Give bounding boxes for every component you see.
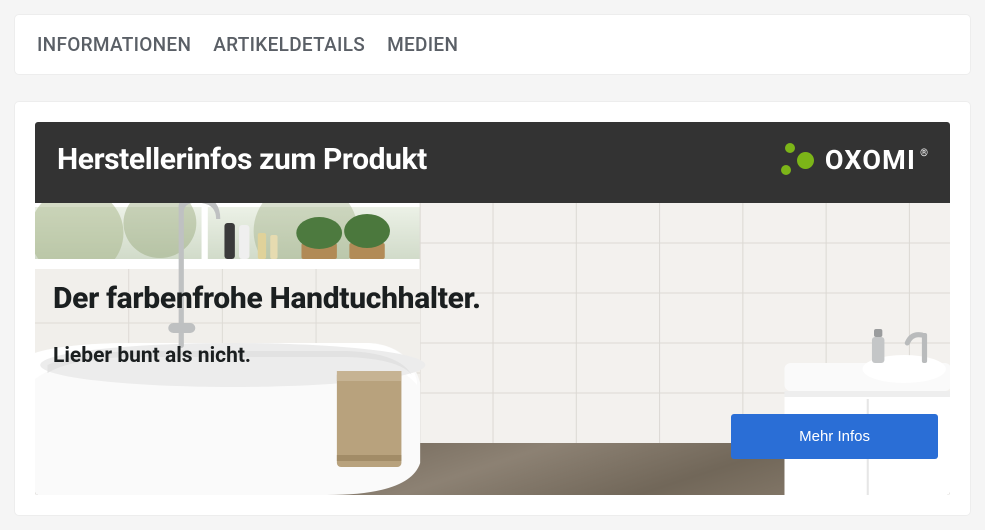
product-hero-image: Der farbenfrohe Handtuchhalter. Lieber b… (35, 203, 950, 495)
hero-title: Herstellerinfos zum Produkt (57, 142, 427, 177)
tab-artikeldetails[interactable]: ARTIKELDETAILS (213, 33, 365, 56)
brand-name: OXOMI (825, 144, 916, 176)
tab-informationen[interactable]: INFORMATIONEN (37, 33, 191, 56)
hero-header: Herstellerinfos zum Produkt OXOMI ® (35, 122, 950, 203)
registered-mark-icon: ® (920, 148, 928, 159)
product-subheadline: Lieber bunt als nicht. (53, 344, 481, 368)
content-card: Herstellerinfos zum Produkt OXOMI ® (15, 102, 970, 515)
hero-panel: Herstellerinfos zum Produkt OXOMI ® (35, 122, 950, 495)
tab-medien[interactable]: MEDIEN (387, 33, 458, 56)
more-info-button[interactable]: Mehr Infos (731, 414, 938, 459)
brand-logo: OXOMI ® (781, 143, 928, 177)
oxomi-logo-icon (781, 143, 815, 177)
tab-bar: INFORMATIONEN ARTIKELDETAILS MEDIEN (15, 15, 970, 74)
product-headline: Der farbenfrohe Handtuchhalter. (53, 281, 481, 316)
scene-text-block: Der farbenfrohe Handtuchhalter. Lieber b… (53, 281, 481, 368)
